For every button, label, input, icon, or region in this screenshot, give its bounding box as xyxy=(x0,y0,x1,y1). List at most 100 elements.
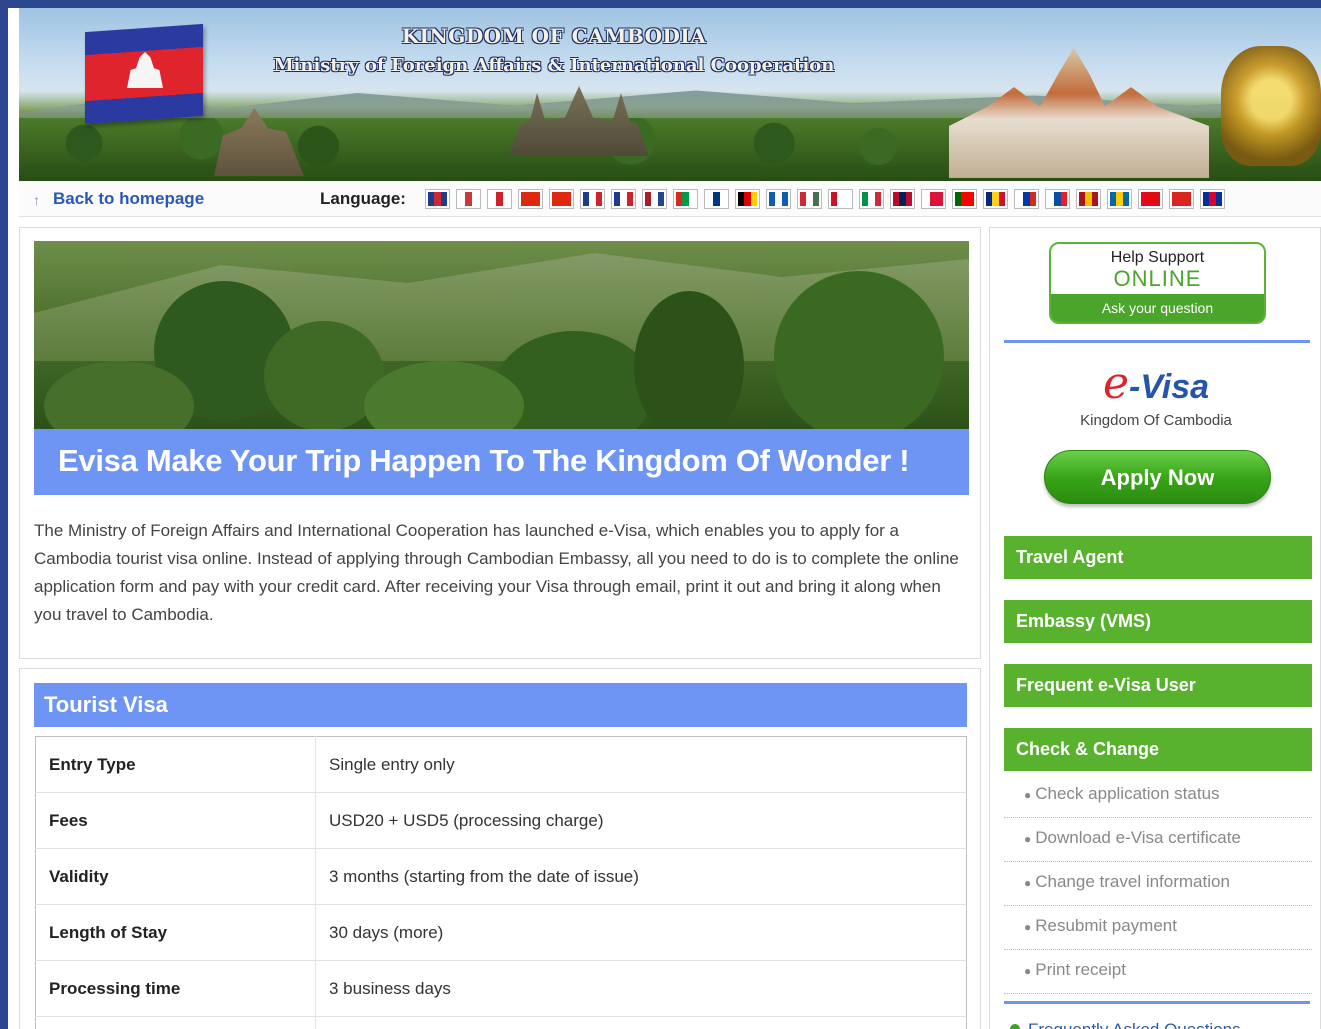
language-flag-polish[interactable] xyxy=(921,189,946,209)
flag-stripe xyxy=(595,192,602,206)
green-bullet-icon xyxy=(1010,1024,1020,1029)
header-banner: KINGDOM OF CAMBODIA Ministry of Foreign … xyxy=(19,8,1321,181)
language-flag-korean[interactable] xyxy=(456,189,481,209)
visa-field-label: Entry Type xyxy=(35,736,316,793)
flag-stripe xyxy=(1215,192,1222,206)
language-flag-italian[interactable] xyxy=(859,189,884,209)
flag-stripe xyxy=(533,192,540,206)
bullet-icon: ● xyxy=(1024,964,1032,978)
check-change-link-label: Resubmit payment xyxy=(1035,916,1177,935)
language-flag-turkish[interactable] xyxy=(1138,189,1163,209)
visa-field-value: Single entry only xyxy=(315,736,967,793)
check-change-link[interactable]: ● Download e-Visa certificate xyxy=(1004,818,1312,862)
hero-image xyxy=(34,241,969,429)
visa-field-label: Fees xyxy=(35,792,316,849)
visa-field-value: 30 days (more) xyxy=(315,904,967,961)
language-flag-russian[interactable] xyxy=(1014,189,1039,209)
visa-field-value: 3 months (starting from the date of issu… xyxy=(315,848,967,905)
evisa-logo-subtitle: Kingdom Of Cambodia xyxy=(1080,412,1232,429)
language-flag-chinese-simplified[interactable] xyxy=(518,189,543,209)
table-row: Length of Stay 30 days (more) xyxy=(35,904,967,961)
flag-stripe xyxy=(905,192,912,206)
flag-stripe xyxy=(657,192,664,206)
travel-agent-button[interactable]: Travel Agent xyxy=(1004,536,1312,579)
hero-tree xyxy=(774,271,944,429)
language-flag-french[interactable] xyxy=(580,189,605,209)
language-flag-vietnamese[interactable] xyxy=(1169,189,1194,209)
embassy-vms-button[interactable]: Embassy (VMS) xyxy=(1004,600,1312,643)
language-flag-hungarian[interactable] xyxy=(797,189,822,209)
flag-stripe xyxy=(719,192,726,206)
language-flag-swedish[interactable] xyxy=(1107,189,1132,209)
language-flag-chinese-traditional[interactable] xyxy=(549,189,574,209)
flag-stripe xyxy=(1091,192,1098,206)
visa-field-value: 3 business days xyxy=(315,960,967,1017)
help-line2: ONLINE xyxy=(1113,266,1202,291)
visa-field-value xyxy=(315,1016,967,1029)
flag-stripe xyxy=(1060,192,1067,206)
language-flag-spanish[interactable] xyxy=(1076,189,1101,209)
language-flag-finnish[interactable] xyxy=(704,189,729,209)
back-to-homepage-link[interactable]: ↑ Back to homepage xyxy=(33,189,204,209)
flag-stripe xyxy=(750,192,757,206)
check-change-link[interactable]: ● Change travel information xyxy=(1004,862,1312,906)
language-flag-dutch[interactable] xyxy=(642,189,667,209)
banner-title: KINGDOM OF CAMBODIA xyxy=(401,24,707,48)
language-flag-german[interactable] xyxy=(735,189,760,209)
evisa-logo-text: -Visa xyxy=(1129,368,1210,406)
hero-tree xyxy=(634,291,744,429)
language-flag-indonesian[interactable] xyxy=(828,189,853,209)
flag-stripe xyxy=(843,192,850,206)
check-change-link[interactable]: ● Check application status xyxy=(1004,774,1312,818)
language-flags xyxy=(425,189,1225,209)
nav-bar: ↑ Back to homepage Language: xyxy=(19,181,1321,217)
intro-text: The Ministry of Foreign Affairs and Inte… xyxy=(34,521,959,624)
check-change-links: ● Check application status ● Download e-Vis… xyxy=(1004,774,1312,994)
flag-stripe xyxy=(1029,192,1036,206)
check-change-link[interactable]: ● Resubmit payment xyxy=(1004,906,1312,950)
language-flag-portuguese[interactable] xyxy=(952,189,977,209)
language-flag-basque[interactable] xyxy=(673,189,698,209)
flag-stripe xyxy=(502,192,509,206)
help-support-online-button[interactable]: Help Support ONLINE Ask your question xyxy=(1049,242,1266,324)
banner-palace-image xyxy=(949,48,1209,178)
check-change-link-label: Download e-Visa certificate xyxy=(1035,828,1241,847)
sidebar: Help Support ONLINE Ask your question e-… xyxy=(989,227,1321,1029)
visa-field-label: Validity xyxy=(35,848,316,905)
tourist-visa-panel: Tourist Visa Entry Type Single entry only… xyxy=(19,668,981,1029)
faq-link[interactable]: Frequently Asked Questions xyxy=(1010,1020,1241,1029)
language-flag-slovak[interactable] xyxy=(1045,189,1070,209)
table-row: Validity 3 months (starting from the date… xyxy=(35,848,967,905)
language-flag-english[interactable] xyxy=(425,189,450,209)
apply-now-button[interactable]: Apply Now xyxy=(1044,450,1271,504)
flag-stripe xyxy=(440,192,447,206)
bullet-icon: ● xyxy=(1024,832,1032,846)
language-label: Language: xyxy=(320,189,406,208)
language-flag-japanese[interactable] xyxy=(487,189,512,209)
bullet-icon: ● xyxy=(1024,788,1032,802)
check-change-button[interactable]: Check & Change xyxy=(1004,728,1312,771)
visa-field-label xyxy=(35,1016,316,1029)
check-change-link[interactable]: ● Print receipt xyxy=(1004,950,1312,994)
flag-stripe xyxy=(564,192,571,206)
table-row xyxy=(35,1016,967,1029)
table-row: Fees USD20 + USD5 (processing charge) xyxy=(35,792,967,849)
language-flag-romanian[interactable] xyxy=(983,189,1008,209)
language-flag-czech[interactable] xyxy=(611,189,636,209)
tourist-visa-table: Entry Type Single entry only Fees USD20 + U… xyxy=(35,736,967,1029)
language-flag-greek[interactable] xyxy=(766,189,791,209)
flag-stripe xyxy=(1184,192,1191,206)
bullet-icon: ● xyxy=(1024,876,1032,890)
flag-stripe xyxy=(471,192,478,206)
check-change-link-label: Check application status xyxy=(1035,784,1220,803)
evisa-logo: e-Visa xyxy=(990,358,1321,409)
flag-stripe xyxy=(936,192,943,206)
back-label: Back to homepage xyxy=(53,189,205,208)
page: KINGDOM OF CAMBODIA Ministry of Foreign … xyxy=(8,8,1321,1029)
help-line3: Ask your question xyxy=(1051,294,1264,322)
language-flag-norwegian[interactable] xyxy=(890,189,915,209)
bullet-icon: ● xyxy=(1024,920,1032,934)
language-flag-khmer[interactable] xyxy=(1200,189,1225,209)
table-row: Processing time 3 business days xyxy=(35,960,967,1017)
frequent-evisa-user-button[interactable]: Frequent e-Visa User xyxy=(1004,664,1312,707)
